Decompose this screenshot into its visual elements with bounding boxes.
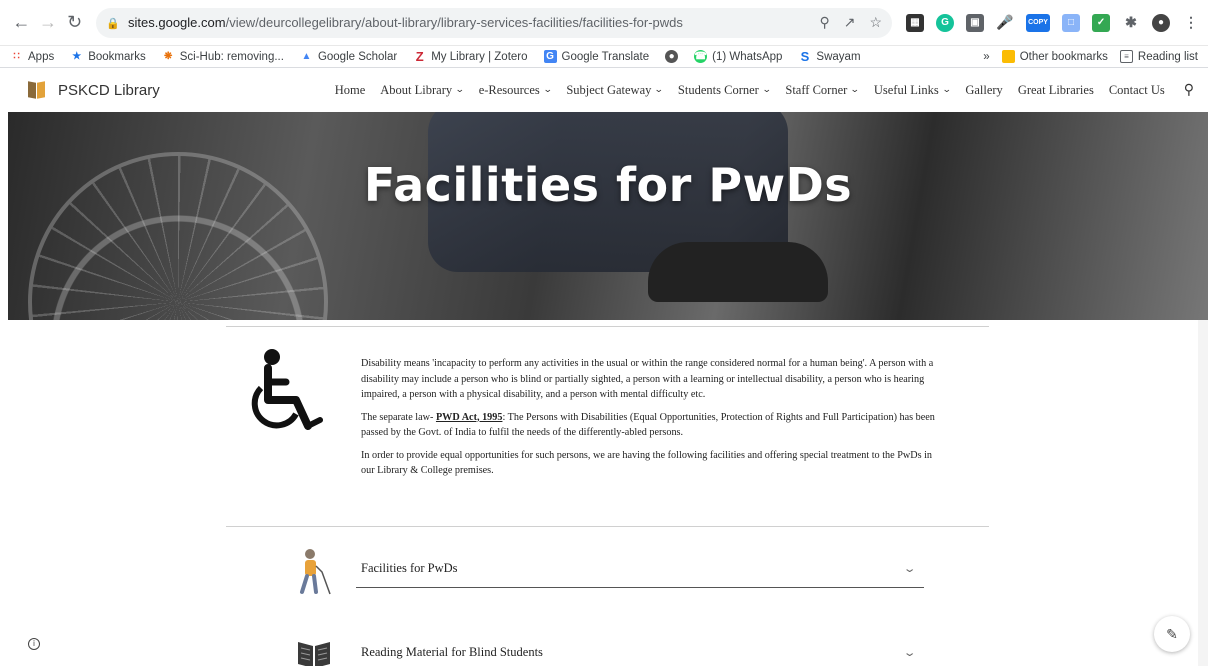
chevron-down-icon: ⌄ <box>761 85 772 95</box>
url-path: /view/deurcollegelibrary/about-library/l… <box>225 15 683 30</box>
chevron-down-icon: ⌄ <box>850 85 860 95</box>
pwd-act-link[interactable]: PWD Act, 1995 <box>436 412 503 423</box>
folder-icon <box>1001 50 1015 63</box>
grammarly-extension-icon[interactable]: G <box>936 13 955 32</box>
scholar-icon: ▲ <box>301 51 312 62</box>
menu-home[interactable]: Home <box>335 83 366 98</box>
scrollbar[interactable] <box>1198 320 1208 666</box>
wheelchair-icon <box>251 349 323 430</box>
divider <box>226 326 989 327</box>
shoe-image <box>648 242 828 302</box>
globe-icon: ● <box>665 50 679 63</box>
book-logo-icon <box>26 79 48 101</box>
menu-useful-links[interactable]: Useful Links ⌄ <box>874 83 952 98</box>
microphone-extension-icon[interactable]: 🎤 <box>996 14 1014 32</box>
star-icon[interactable]: ☆ <box>869 14 882 31</box>
menu-great-libraries[interactable]: Great Libraries <box>1018 83 1094 98</box>
intro-paragraph-2: The separate law- PWD Act, 1995: The Per… <box>361 411 935 439</box>
intro-paragraph-1: Disability means 'incapacity to perform … <box>361 358 934 400</box>
apps-grid-icon: ∷ <box>13 51 20 62</box>
page-title: Facilities for PwDs <box>363 158 853 212</box>
site-header: PSKCD Library Home About Library ⌄ e-Reso… <box>0 68 1208 112</box>
kebab-menu-icon[interactable]: ⋮ <box>1182 14 1200 32</box>
bookmark-google-scholar[interactable]: ▲ Google Scholar <box>300 50 397 63</box>
divider <box>226 526 989 527</box>
menu-e-resources[interactable]: e-Resources ⌄ <box>479 83 553 98</box>
accordion-label: Facilities for PwDs <box>361 560 458 575</box>
blind-person-cane-icon <box>300 549 331 595</box>
browser-toolbar: ← → ↻ 🔒 sites.google.com/view/deurcolleg… <box>0 0 1208 46</box>
site-brand[interactable]: PSKCD Library <box>26 79 160 101</box>
scihub-icon: ❋ <box>164 51 173 62</box>
forward-icon[interactable]: → <box>35 9 62 37</box>
bookmark-bookmarks[interactable]: ★ Bookmarks <box>70 50 146 63</box>
bookmark-whatsapp[interactable]: ☎ (1) WhatsApp <box>694 50 782 63</box>
green-extension-icon[interactable]: ✓ <box>1092 13 1111 32</box>
accordion-facilities[interactable]: Facilities for PwDs ⌄ <box>356 548 924 588</box>
qr-extension-icon[interactable]: ▦ <box>906 13 925 32</box>
bookmark-globe[interactable]: ● <box>665 50 679 63</box>
chevron-down-icon: ⌄ <box>941 85 952 95</box>
chevron-down-icon: ⌄ <box>455 85 465 95</box>
site-title: PSKCD Library <box>58 81 160 99</box>
accordion-reading-material[interactable]: Reading Material for Blind Students ⌄ <box>356 632 924 666</box>
zoom-icon[interactable]: ⚲ <box>819 14 829 31</box>
zotero-icon: Z <box>415 49 424 64</box>
info-icon[interactable]: i <box>28 638 40 650</box>
bookmark-google-translate[interactable]: G Google Translate <box>543 50 649 63</box>
whatsapp-icon: ☎ <box>694 50 708 63</box>
intro-text: Disability means 'incapacity to perform … <box>361 356 941 486</box>
chevron-down-icon[interactable]: ⌄ <box>902 562 916 575</box>
other-bookmarks[interactable]: Other bookmarks <box>1001 50 1108 63</box>
lock-icon: 🔒 <box>106 17 120 30</box>
bookmark-apps[interactable]: ∷ Apps <box>10 50 54 63</box>
reload-icon[interactable]: ↻ <box>61 9 88 37</box>
edit-pencil-button[interactable]: ✎ <box>1154 616 1190 652</box>
menu-staff-corner[interactable]: Staff Corner ⌄ <box>785 83 860 98</box>
bookmark-zotero[interactable]: Z My Library | Zotero <box>413 49 528 64</box>
chevron-down-icon: ⌄ <box>654 85 665 95</box>
back-icon[interactable]: ← <box>8 9 35 37</box>
bookmarks-bar: ∷ Apps ★ Bookmarks ❋ Sci-Hub: removing... ▲… <box>0 46 1208 68</box>
main-content: Disability means 'incapacity to perform … <box>0 320 1208 666</box>
main-menu: Home About Library ⌄ e-Resources ⌄ Subject… <box>335 82 1194 98</box>
chevron-down-icon[interactable]: ⌄ <box>902 646 916 659</box>
reading-list[interactable]: ≡ Reading list <box>1119 50 1198 63</box>
pencil-icon: ✎ <box>1166 625 1178 642</box>
puzzle-icon[interactable]: ✱ <box>1122 14 1140 32</box>
intro-paragraph-3: In order to provide equal opportunities … <box>361 449 933 477</box>
share-icon[interactable]: ↗ <box>844 14 856 31</box>
bookmark-scihub[interactable]: ❋ Sci-Hub: removing... <box>162 50 284 63</box>
menu-gallery[interactable]: Gallery <box>965 83 1002 98</box>
menu-subject-gateway[interactable]: Subject Gateway ⌄ <box>566 83 665 98</box>
copy-extension-icon[interactable]: COPY <box>1026 13 1051 32</box>
accordion-divider <box>356 587 924 588</box>
bookmark-swayam[interactable]: S Swayam <box>798 49 861 64</box>
chevron-down-icon: ⌄ <box>542 85 553 95</box>
hero-banner: Facilities for PwDs <box>8 112 1208 320</box>
braille-book-icon <box>298 642 330 666</box>
menu-about-library[interactable]: About Library ⌄ <box>380 83 465 98</box>
swayam-icon: S <box>800 49 810 64</box>
reading-list-icon: ≡ <box>1119 50 1133 63</box>
star-icon: ★ <box>72 51 82 62</box>
accordion-label: Reading Material for Blind Students <box>361 644 543 659</box>
docs-extension-icon[interactable]: □ <box>1062 13 1081 32</box>
search-icon[interactable]: ⚲ <box>1184 82 1194 98</box>
address-bar[interactable]: 🔒 sites.google.com/view/deurcollegelibra… <box>96 7 893 38</box>
bookmarks-overflow-button[interactable]: » <box>983 51 989 63</box>
translate-icon: G <box>543 50 557 63</box>
dark-square-extension-icon[interactable]: ▣ <box>966 13 985 32</box>
menu-contact-us[interactable]: Contact Us <box>1109 83 1165 98</box>
menu-students-corner[interactable]: Students Corner ⌄ <box>678 83 772 98</box>
url-host: sites.google.com <box>128 15 226 30</box>
profile-avatar-icon[interactable]: ● <box>1152 13 1171 32</box>
